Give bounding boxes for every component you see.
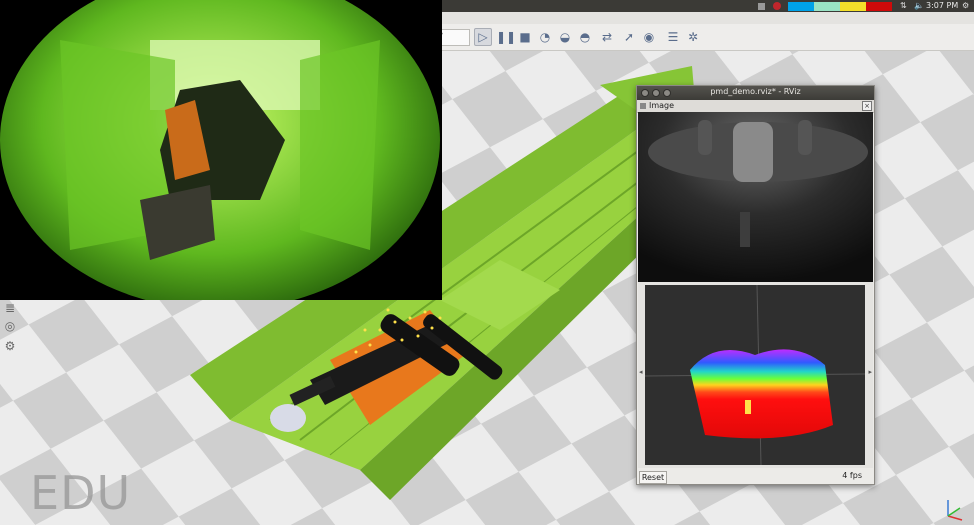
color-indicator-strip	[788, 0, 892, 12]
gears-icon[interactable]: ⚙	[2, 338, 18, 354]
stop-icon[interactable]: ■	[516, 28, 534, 46]
rocket-icon[interactable]: ➚	[620, 28, 638, 46]
stack-icon[interactable]: ≣	[2, 300, 18, 316]
clock[interactable]: 3:07 PM	[926, 1, 958, 10]
pause-icon[interactable]: ❚❚	[496, 28, 516, 46]
window-title: pmd_demo.rviz* - RViz	[710, 87, 801, 96]
gear-icon[interactable]: ⚙	[962, 1, 969, 10]
rabbit-icon[interactable]: ◓	[576, 28, 594, 46]
clock-icon[interactable]: ◔	[536, 28, 554, 46]
collapse-right-arrow[interactable]: ▸	[868, 368, 872, 376]
color-block	[788, 1, 814, 11]
depth-image-view	[638, 112, 873, 282]
volume-icon[interactable]: 🔈	[914, 1, 924, 10]
panel-icon	[640, 103, 646, 109]
color-block	[840, 1, 866, 11]
point-cloud-view[interactable]: ◂ ▸	[638, 282, 873, 468]
battery-icon[interactable]	[758, 2, 765, 10]
depth-image	[638, 112, 873, 282]
point-cloud-image	[645, 285, 865, 465]
reset-button[interactable]: Reset	[639, 471, 667, 484]
layers-icon[interactable]: ☰	[664, 28, 682, 46]
record-icon[interactable]	[773, 2, 781, 10]
panel-title: Image	[649, 101, 675, 110]
window-menubar	[440, 12, 974, 24]
axes-icon	[947, 500, 963, 521]
window-titlebar[interactable]: pmd_demo.rviz* - RViz	[637, 86, 874, 100]
rviz-image-window[interactable]: pmd_demo.rviz* - RViz Image × ◂ ▸ Reset …	[636, 85, 875, 485]
fisheye-camera-feed	[0, 0, 442, 300]
color-block	[814, 1, 840, 11]
shuffle-icon[interactable]: ⇄	[598, 28, 616, 46]
color-block	[866, 1, 892, 11]
tray-icons	[758, 0, 785, 12]
network-icon[interactable]: ⇅	[900, 1, 907, 10]
point-cloud-render[interactable]	[645, 285, 865, 465]
panel-close-button[interactable]: ×	[862, 101, 872, 111]
camera-image	[0, 0, 442, 300]
edu-watermark: EDU	[30, 466, 132, 520]
turtle-icon[interactable]: ◒	[556, 28, 574, 46]
toolbar-dropdown[interactable]: ▾	[438, 29, 470, 46]
eye-icon[interactable]: ◉	[640, 28, 658, 46]
fps-label: 4 fps	[842, 471, 862, 480]
settings-cog-icon[interactable]: ✲	[684, 28, 702, 46]
play-icon[interactable]: ▷	[474, 28, 492, 46]
rviz-toolbar: ▾ ▷ ❚❚ ■ ◔ ◒ ◓ ⇄ ➚ ◉ ☰ ✲	[438, 24, 974, 51]
collapse-left-arrow[interactable]: ◂	[639, 368, 643, 376]
target-icon[interactable]: ◎	[2, 318, 18, 334]
system-top-panel: ⇅ 🔈 3:07 PM ⚙	[440, 0, 974, 12]
